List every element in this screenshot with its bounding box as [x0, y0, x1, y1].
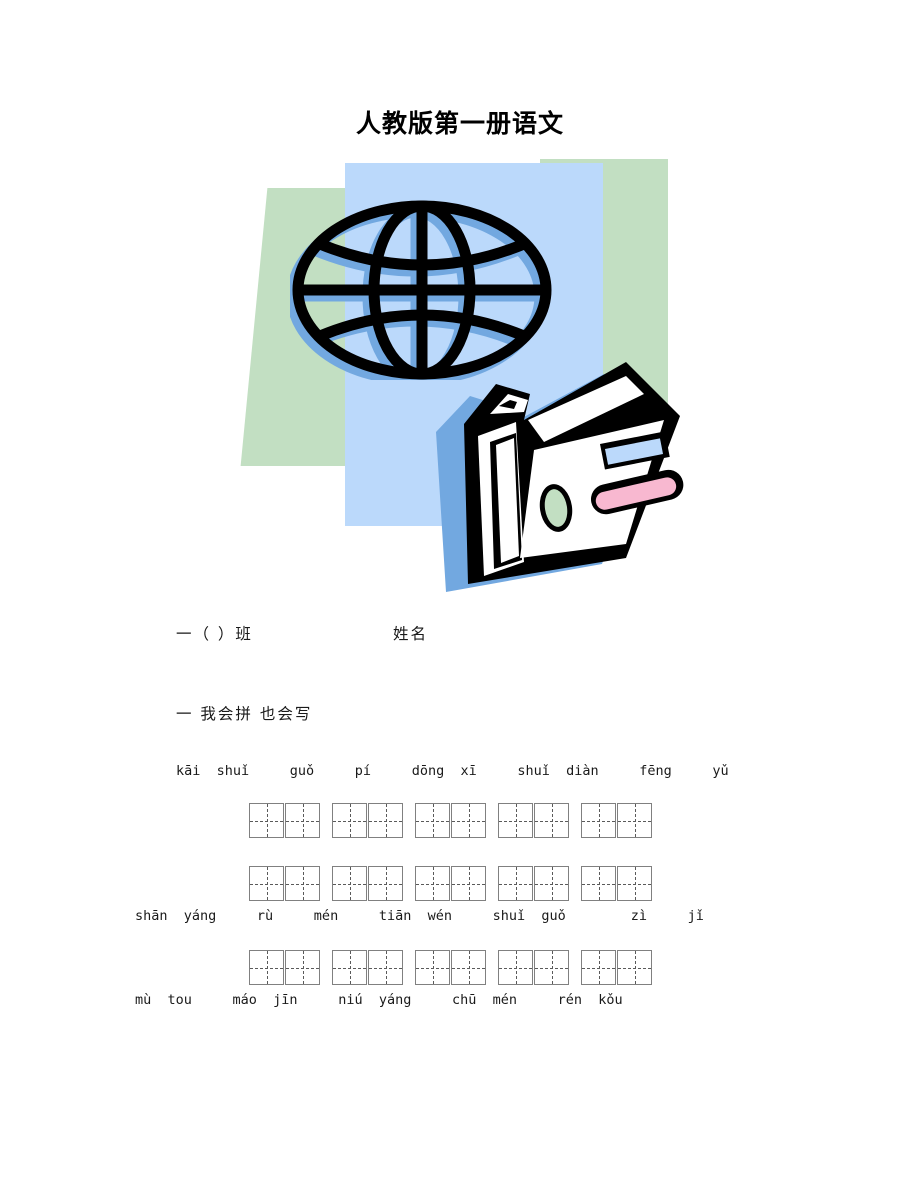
tianzige-group [498, 950, 569, 985]
tianzige-cell[interactable] [617, 803, 652, 838]
tianzige-cell[interactable] [285, 950, 320, 985]
tianzige-group [498, 866, 569, 901]
tianzige-cell[interactable] [368, 950, 403, 985]
tianzige-group [415, 866, 486, 901]
tianzige-cell[interactable] [617, 866, 652, 901]
tianzige-cell[interactable] [285, 803, 320, 838]
tianzige-cell[interactable] [332, 866, 367, 901]
tianzige-cell[interactable] [249, 866, 284, 901]
tianzige-cell[interactable] [249, 950, 284, 985]
tianzige-cell[interactable] [498, 803, 533, 838]
tianzige-group [415, 803, 486, 838]
tianzige-cell[interactable] [617, 950, 652, 985]
tianzige-cell[interactable] [249, 803, 284, 838]
tianzige-group [498, 803, 569, 838]
tianzige-cell[interactable] [415, 950, 450, 985]
tianzige-cell[interactable] [534, 950, 569, 985]
tianzige-group [581, 866, 652, 901]
tianzige-cell[interactable] [415, 866, 450, 901]
tianzige-cell[interactable] [285, 866, 320, 901]
tianzige-cell[interactable] [415, 803, 450, 838]
tianzige-cell[interactable] [451, 803, 486, 838]
tianzige-group [332, 866, 403, 901]
tianzige-cell[interactable] [498, 866, 533, 901]
briefcase-icon [398, 350, 688, 600]
globe-and-briefcase-clipart [240, 155, 690, 600]
pinyin-line-row-3: mù tou máo jīn niú yáng chū mén rén kǒu [135, 992, 623, 1008]
tianzige-group [249, 866, 320, 901]
class-field-label: 一（ ）班 [176, 625, 253, 643]
pinyin-line-row-2: shān yáng rù mén tiān wén shuǐ guǒ zì jǐ [135, 908, 704, 924]
tianzige-group [249, 950, 320, 985]
tianzige-grid-row-3[interactable] [249, 950, 652, 985]
tianzige-group [415, 950, 486, 985]
tianzige-cell[interactable] [534, 866, 569, 901]
tianzige-group [332, 950, 403, 985]
tianzige-group [249, 803, 320, 838]
page-title: 人教版第一册语文 [355, 109, 564, 138]
tianzige-grid-row-1[interactable] [249, 803, 652, 838]
tianzige-cell[interactable] [581, 866, 616, 901]
tianzige-cell[interactable] [581, 803, 616, 838]
tianzige-cell[interactable] [498, 950, 533, 985]
tianzige-group [332, 803, 403, 838]
tianzige-cell[interactable] [368, 866, 403, 901]
tianzige-cell[interactable] [534, 803, 569, 838]
tianzige-cell[interactable] [332, 803, 367, 838]
tianzige-cell[interactable] [451, 866, 486, 901]
section-heading: 一 我会拼 也会写 [176, 705, 313, 723]
tianzige-cell[interactable] [332, 950, 367, 985]
worksheet-page: 人教版第一册语文 一（ ）班 姓名 一 我会拼 也会写 kāi shuǐ guǒ… [0, 0, 920, 1191]
tianzige-group [581, 950, 652, 985]
pinyin-line-row-1: kāi shuǐ guǒ pí dōng xī shuǐ diàn fēng y… [176, 763, 729, 779]
name-field-label: 姓名 [393, 625, 429, 643]
tianzige-cell[interactable] [451, 950, 486, 985]
tianzige-cell[interactable] [368, 803, 403, 838]
tianzige-cell[interactable] [581, 950, 616, 985]
tianzige-grid-row-2[interactable] [249, 866, 652, 901]
tianzige-group [581, 803, 652, 838]
